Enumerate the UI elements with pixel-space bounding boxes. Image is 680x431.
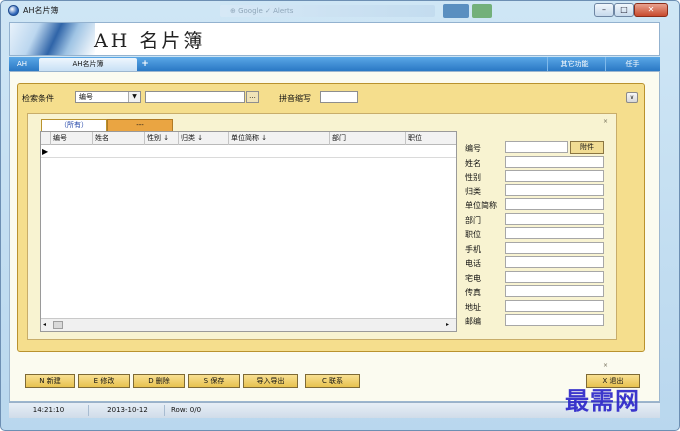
minimize-button[interactable]: – [594, 3, 614, 17]
status-bar: 14:21:10 2013-10-12 Row: 0/0 [9, 402, 660, 418]
tab-dash[interactable]: --- [107, 119, 173, 131]
label-home-phone: 宅电 [465, 274, 481, 283]
banner-art [10, 23, 95, 55]
column-header-category[interactable]: 归类 ↓ [178, 132, 228, 145]
panel-close-icon[interactable]: × [603, 118, 608, 125]
new-button[interactable]: N 新建 [25, 374, 75, 388]
delete-button[interactable]: D 删除 [133, 374, 185, 388]
tab-all[interactable]: （所有） [41, 119, 107, 131]
tab-ah[interactable]: AH [9, 57, 35, 71]
close-button[interactable]: ✕ [634, 3, 668, 17]
status-time: 14:21:10 [9, 405, 89, 416]
scroll-left-icon[interactable]: ◂ [43, 321, 51, 329]
column-header-position[interactable]: 职位 [405, 132, 456, 145]
search-condition-label: 检索条件 [22, 94, 54, 103]
watermark-logo: 最需网 [565, 386, 640, 415]
label-department: 部门 [465, 216, 481, 225]
field-gender[interactable] [505, 170, 604, 182]
field-id[interactable] [505, 141, 568, 153]
column-header-department[interactable]: 部门 [329, 132, 405, 145]
column-header-company[interactable]: 单位简称 ↓ [228, 132, 329, 145]
helper-menu[interactable]: 任手 [605, 57, 659, 71]
field-position[interactable] [505, 227, 604, 239]
edit-button[interactable]: E 修改 [78, 374, 130, 388]
label-gender: 性别 [465, 173, 481, 182]
field-category[interactable] [505, 184, 604, 196]
pinyin-input[interactable] [320, 91, 358, 103]
label-category: 归类 [465, 187, 481, 196]
add-tab-button[interactable]: + [138, 57, 152, 71]
label-company: 单位简称 [465, 201, 497, 210]
pinyin-label: 拼音缩写 [279, 94, 311, 103]
tab-strip: AH AH名片簿 + 其它功能 任手 [9, 57, 660, 71]
scroll-right-icon[interactable]: ▸ [446, 321, 454, 329]
window-title: AH名片簿 [23, 6, 59, 15]
scroll-thumb[interactable] [53, 321, 63, 329]
label-position: 职位 [465, 230, 481, 239]
label-name: 姓名 [465, 159, 481, 168]
contact-button[interactable]: C 联系 [305, 374, 360, 388]
field-postcode[interactable] [505, 314, 604, 326]
status-row: Row: 0/0 [171, 406, 202, 414]
blurred-icon-green [472, 4, 492, 18]
status-date: 2013-10-12 [91, 405, 165, 416]
field-mobile[interactable] [505, 242, 604, 254]
bottom-panel-close-icon[interactable]: × [603, 362, 608, 369]
label-fax: 传真 [465, 288, 481, 297]
app-banner: AH 名片簿 [9, 22, 660, 56]
column-header-id[interactable]: 编号 [50, 132, 92, 145]
maximize-button[interactable]: □ [614, 3, 634, 17]
collapse-button[interactable]: ∨ [626, 92, 638, 103]
field-department[interactable] [505, 213, 604, 225]
table-row[interactable] [41, 146, 456, 158]
other-functions-menu[interactable]: 其它功能 [547, 57, 601, 71]
field-phone[interactable] [505, 256, 604, 268]
label-id: 编号 [465, 144, 481, 153]
field-home-phone[interactable] [505, 271, 604, 283]
field-name[interactable] [505, 156, 604, 168]
browse-button[interactable]: ... [246, 91, 259, 103]
attachment-button[interactable]: 附件 [570, 141, 604, 154]
column-header-gender[interactable]: 性别 ↓ [144, 132, 178, 145]
column-header-name[interactable]: 姓名 [92, 132, 144, 145]
label-mobile: 手机 [465, 245, 481, 254]
label-address: 地址 [465, 303, 481, 312]
label-postcode: 邮编 [465, 317, 481, 326]
field-company[interactable] [505, 198, 604, 210]
tab-name-card-book[interactable]: AH名片簿 [39, 58, 137, 71]
horizontal-scrollbar[interactable]: ◂ ▸ [41, 318, 456, 331]
import-export-button[interactable]: 导入导出 [243, 374, 298, 388]
search-input[interactable] [145, 91, 245, 103]
field-fax[interactable] [505, 285, 604, 297]
save-button[interactable]: S 保存 [188, 374, 240, 388]
blurred-title-area: ⊕ Google ✓ Alerts [220, 5, 435, 17]
grid-header: 编号 姓名 性别 ↓ 归类 ↓ 单位简称 ↓ 部门 职位 [41, 132, 456, 145]
app-icon [8, 5, 19, 16]
blurred-icon [443, 4, 469, 18]
row-indicator-icon: ▶ [42, 147, 49, 156]
field-address[interactable] [505, 300, 604, 312]
banner-title: AH 名片簿 [94, 30, 206, 52]
title-bar[interactable]: AH名片簿 ⊕ Google ✓ Alerts – □ ✕ [0, 0, 680, 22]
label-phone: 电话 [465, 259, 481, 268]
chevron-down-icon[interactable]: ▼ [128, 92, 140, 102]
records-grid[interactable]: 编号 姓名 性别 ↓ 归类 ↓ 单位简称 ↓ 部门 职位 ▶ ◂ ▸ [40, 131, 457, 332]
